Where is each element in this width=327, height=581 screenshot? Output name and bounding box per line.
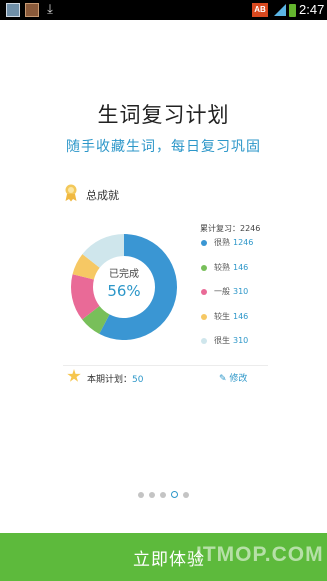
legend-value: 146 (233, 262, 249, 272)
legend-value: 146 (233, 311, 249, 321)
legend-dot (201, 264, 207, 271)
page-dot[interactable] (183, 491, 189, 498)
start-experience-button[interactable]: 立即体验 ITMOP.COM (0, 533, 327, 581)
achievement-card: 总成就 累计复习：2246 已完成 56% 很熟 1246 较熟 146 一般 310… (63, 180, 268, 390)
page-title: 生词复习计划 (97, 103, 230, 127)
legend-dot (201, 338, 207, 344)
completed-percent: 56% (107, 282, 141, 300)
legend-dot (201, 289, 207, 295)
legend-item: 较生 146 (201, 311, 271, 336)
legend: 很熟 1246 较熟 146 一般 310 较生 146 很生 310 (201, 237, 271, 360)
status-bar: ⤓ AB 2:47 (0, 0, 327, 20)
plan-label: 本期计划： (87, 375, 133, 385)
edit-plan-button[interactable]: ✎ 修改 (219, 371, 247, 384)
legend-label: 很生 (214, 336, 230, 345)
legend-item: 一般 310 (201, 286, 271, 311)
achievement-title: 总成就 (86, 189, 119, 202)
legend-label: 较熟 (214, 262, 230, 272)
completed-label: 已完成 (109, 269, 139, 280)
plan-value: 50 (132, 375, 144, 385)
total-review: 累计复习：2246 (200, 223, 260, 234)
legend-label: 很熟 (214, 238, 230, 247)
plan-row: 本期计划：50 (87, 372, 143, 385)
app-icon (6, 3, 20, 17)
ab-badge-icon: AB (252, 3, 268, 17)
legend-item: 很生 310 (201, 335, 271, 360)
legend-value: 1246 (233, 238, 254, 247)
legend-label: 一般 (214, 287, 230, 296)
signal-icon (274, 4, 286, 16)
watermark: ITMOP.COM (196, 543, 324, 566)
pencil-icon: ✎ (219, 374, 227, 384)
app-icon (25, 3, 39, 17)
legend-value: 310 (233, 287, 249, 296)
legend-item: 很熟 1246 (201, 237, 271, 262)
legend-item: 较熟 146 (201, 262, 271, 287)
star-icon (67, 369, 81, 382)
total-review-value: 2246 (240, 224, 261, 233)
page-dot[interactable] (160, 491, 166, 498)
legend-value: 310 (233, 336, 249, 345)
battery-icon (289, 4, 296, 17)
medal-icon (65, 184, 77, 202)
donut-center: 已完成 56% (69, 268, 179, 301)
page-indicator (0, 491, 327, 498)
legend-label: 较生 (214, 311, 230, 321)
start-experience-label: 立即体验 (133, 550, 205, 570)
legend-dot (201, 240, 207, 246)
page-dot[interactable] (171, 491, 178, 498)
download-icon: ⤓ (47, 2, 53, 17)
page-subtitle: 随手收藏生词，每日复习巩固 (66, 139, 261, 155)
status-time: 2:47 (299, 2, 325, 17)
total-review-label: 累计复习： (200, 224, 240, 233)
divider (63, 365, 268, 366)
page-dot[interactable] (149, 491, 155, 498)
edit-label: 修改 (229, 374, 248, 384)
legend-dot (201, 313, 207, 320)
page-dot[interactable] (138, 491, 144, 498)
